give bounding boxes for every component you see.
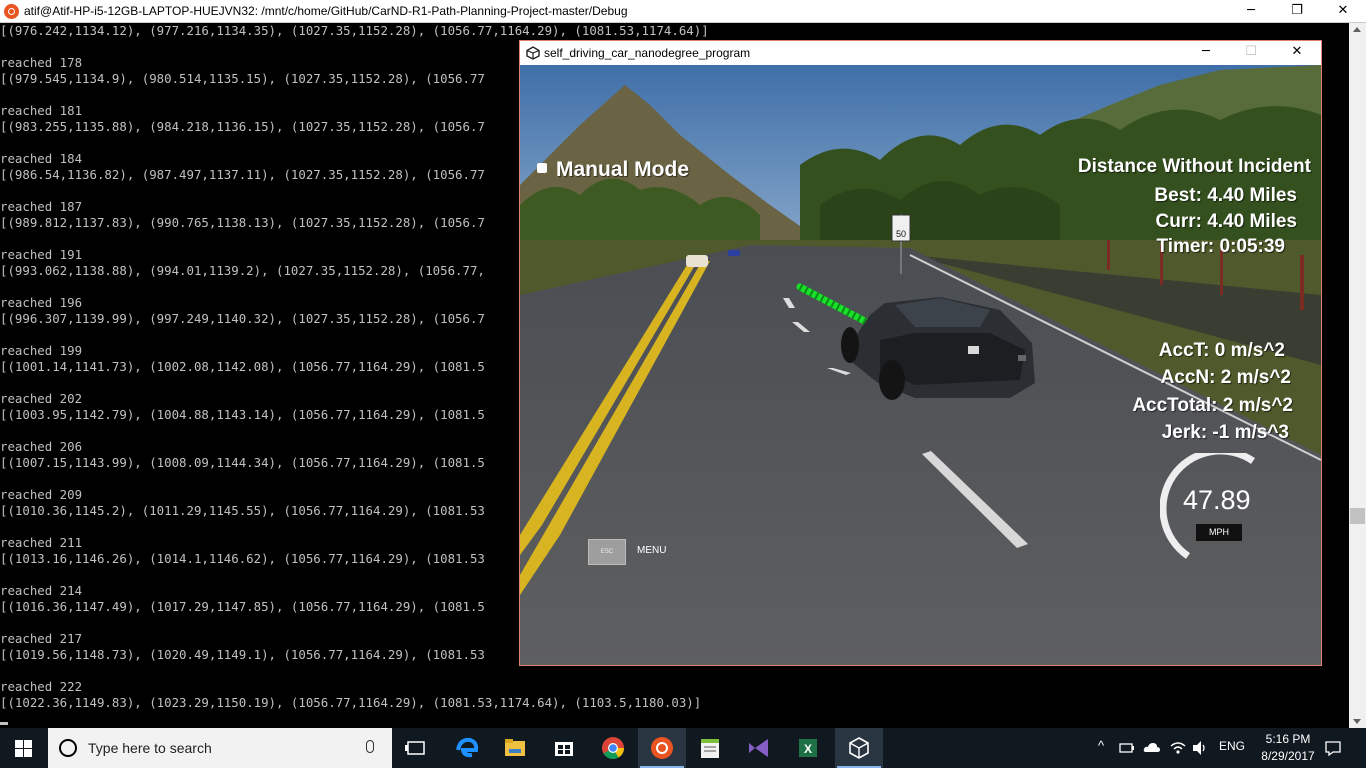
wifi-icon[interactable] [1169,740,1187,756]
chrome-icon [602,737,624,759]
scroll-down-icon[interactable] [1353,719,1361,724]
speed-unit: MPH [1196,524,1242,541]
notepad-button[interactable] [686,728,734,768]
current-distance: Curr: 4.40 Miles [1155,211,1298,232]
onedrive-icon[interactable] [1143,741,1161,754]
chrome-button[interactable] [589,728,637,768]
simulator-title: self_driving_car_nanodegree_program [544,46,751,60]
unity-icon [526,46,540,60]
acc-t: AccT: 0 m/s^2 [1158,340,1285,361]
best-distance: Best: 4.40 Miles [1154,185,1297,206]
action-center-icon[interactable] [1324,739,1342,757]
volume-icon[interactable] [1192,740,1208,756]
terminal-title: atif@Atif-HP-i5-12GB-LAPTOP-HUEJVN32: /m… [24,4,628,18]
terminal-titlebar[interactable]: atif@Atif-HP-i5-12GB-LAPTOP-HUEJVN32: /m… [0,0,1366,23]
simulator-titlebar[interactable]: self_driving_car_nanodegree_program ─ ☐ … [520,41,1321,65]
simulator-viewport[interactable]: 50 Manual Mode Distance Without Incident… [520,65,1321,665]
clock-date[interactable]: 8/29/2017 [1252,749,1324,763]
edge-icon [456,737,479,758]
menu-label[interactable]: MENU [637,545,666,556]
acc-n: AccN: 2 m/s^2 [1160,367,1291,388]
start-button[interactable] [0,728,48,768]
search-placeholder: Type here to search [88,740,212,756]
microphone-icon[interactable] [366,740,374,753]
jerk: Jerk: -1 m/s^3 [1161,422,1289,443]
notepad-icon [701,739,719,758]
terminal-cursor [0,722,8,725]
file-explorer-button[interactable] [491,728,539,768]
task-view-button[interactable] [392,728,440,768]
terminal-line: [(976.242,1134.12), (977.216,1134.35), (… [0,23,709,38]
folder-icon [505,739,525,756]
excel-icon: X [799,739,817,757]
ubuntu-taskbar-icon [651,737,673,759]
windows-icon [15,740,32,757]
driving-scene: 50 [520,65,1321,665]
taskbar: Type here to search X ^ ENG 5:16 PM 8/29… [0,728,1366,768]
scroll-up-icon[interactable] [1353,27,1361,32]
battery-icon[interactable] [1119,741,1135,755]
manual-mode-checkbox[interactable] [537,163,547,173]
store-button[interactable] [540,728,588,768]
distant-car-blue [728,250,740,256]
terminal-line: [(1022.36,1149.83), (1023.29,1150.19), (… [0,695,702,710]
simulator-close-button[interactable]: ✕ [1274,41,1320,65]
scrollbar-thumb[interactable] [1350,508,1365,524]
terminal-minimize-button[interactable]: ─ [1228,0,1274,23]
clock-time[interactable]: 5:16 PM [1258,732,1318,746]
terminal-restore-button[interactable]: ❐ [1274,0,1320,23]
simulator-minimize-button[interactable]: ─ [1183,41,1229,65]
distance-heading: Distance Without Incident [1077,156,1311,177]
speed-limit-sign-text: 50 [896,229,906,239]
taskbar-search[interactable]: Type here to search [48,728,392,768]
speed-value: 47.89 [1183,485,1251,515]
simulator-maximize-button[interactable]: ☐ [1228,41,1274,65]
esc-button[interactable]: ESC [588,539,626,565]
visual-studio-button[interactable] [735,728,783,768]
ubuntu-icon [4,4,19,19]
cortana-icon [59,739,77,757]
ubuntu-button[interactable] [638,728,686,768]
edge-button[interactable] [443,728,491,768]
acc-total: AccTotal: 2 m/s^2 [1132,395,1293,416]
simulator-window[interactable]: self_driving_car_nanodegree_program ─ ☐ … [519,40,1322,666]
visual-studio-icon [749,739,768,757]
distant-car-white [686,255,708,267]
language-indicator[interactable]: ENG [1219,739,1245,753]
svg-text:X: X [804,742,812,756]
store-icon [555,742,573,756]
terminal-close-button[interactable]: ✕ [1320,0,1366,23]
excel-button[interactable]: X [784,728,832,768]
timer: Timer: 0:05:39 [1156,236,1286,257]
terminal-scrollbar[interactable] [1349,23,1366,728]
task-view-icon [405,741,425,755]
mode-label: Manual Mode [556,158,690,181]
unity-button[interactable] [835,728,883,768]
unity-taskbar-icon [849,737,869,759]
show-hidden-icons-chevron-icon[interactable]: ^ [1098,738,1104,753]
terminal-line: reached 222 [0,679,83,694]
